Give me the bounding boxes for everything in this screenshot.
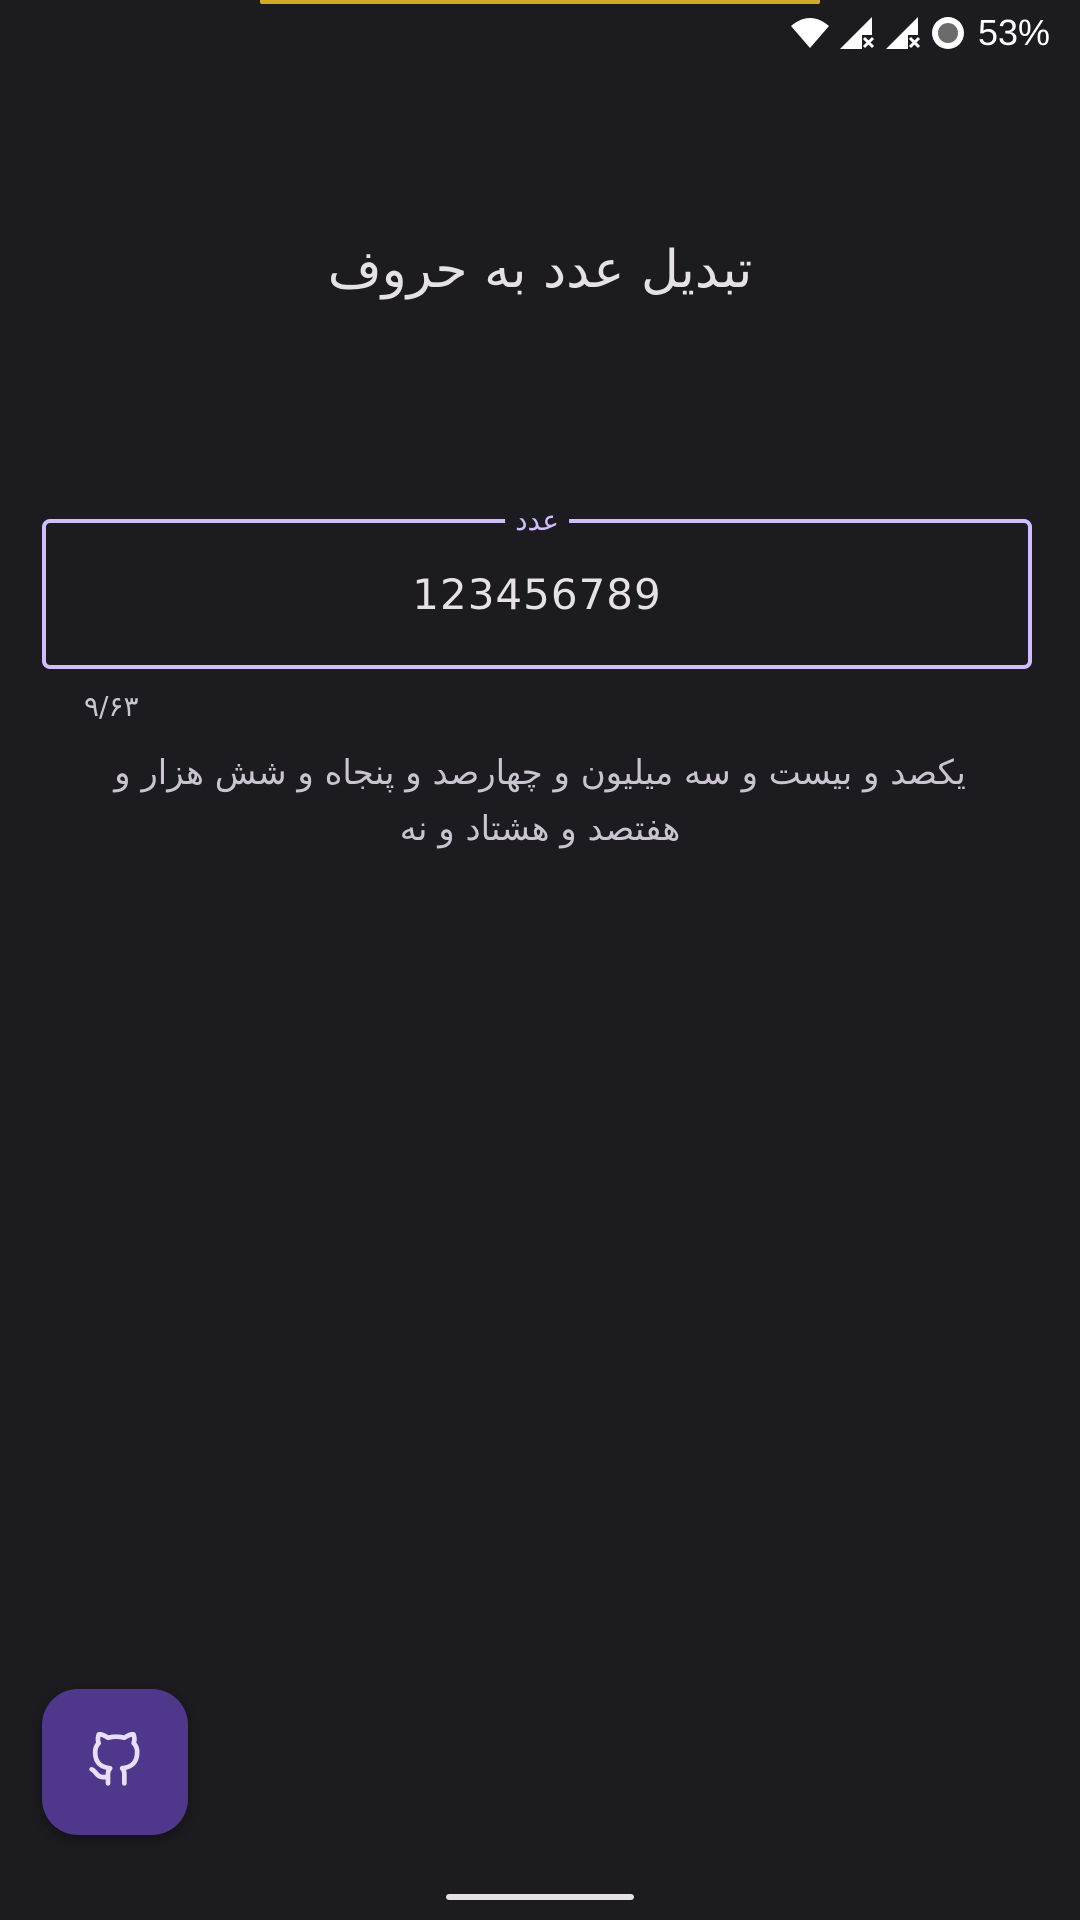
page-title: تبدیل عدد به حروف (327, 240, 753, 300)
screen: 53% تبدیل عدد به حروف عدد ۹/۶۳ یکصد و بی… (0, 0, 1080, 1920)
github-button[interactable] (42, 1689, 188, 1835)
number-input[interactable] (46, 523, 1028, 665)
record-dot-icon (930, 15, 966, 51)
home-indicator[interactable] (446, 1894, 634, 1900)
github-icon (87, 1731, 143, 1792)
wifi-icon (790, 16, 830, 50)
battery-percent: 53% (977, 12, 1050, 53)
signal-no-service-icon (838, 15, 876, 51)
number-field[interactable]: عدد (42, 501, 1032, 669)
signal-no-service-icon (884, 15, 922, 51)
top-accent-bar (260, 0, 820, 4)
result-text: یکصد و بیست و سه میلیون و چهارصد و پنجاه… (114, 753, 966, 849)
character-counter: ۹/۶۳ (84, 690, 139, 723)
status-bar: 53% (790, 8, 1050, 58)
